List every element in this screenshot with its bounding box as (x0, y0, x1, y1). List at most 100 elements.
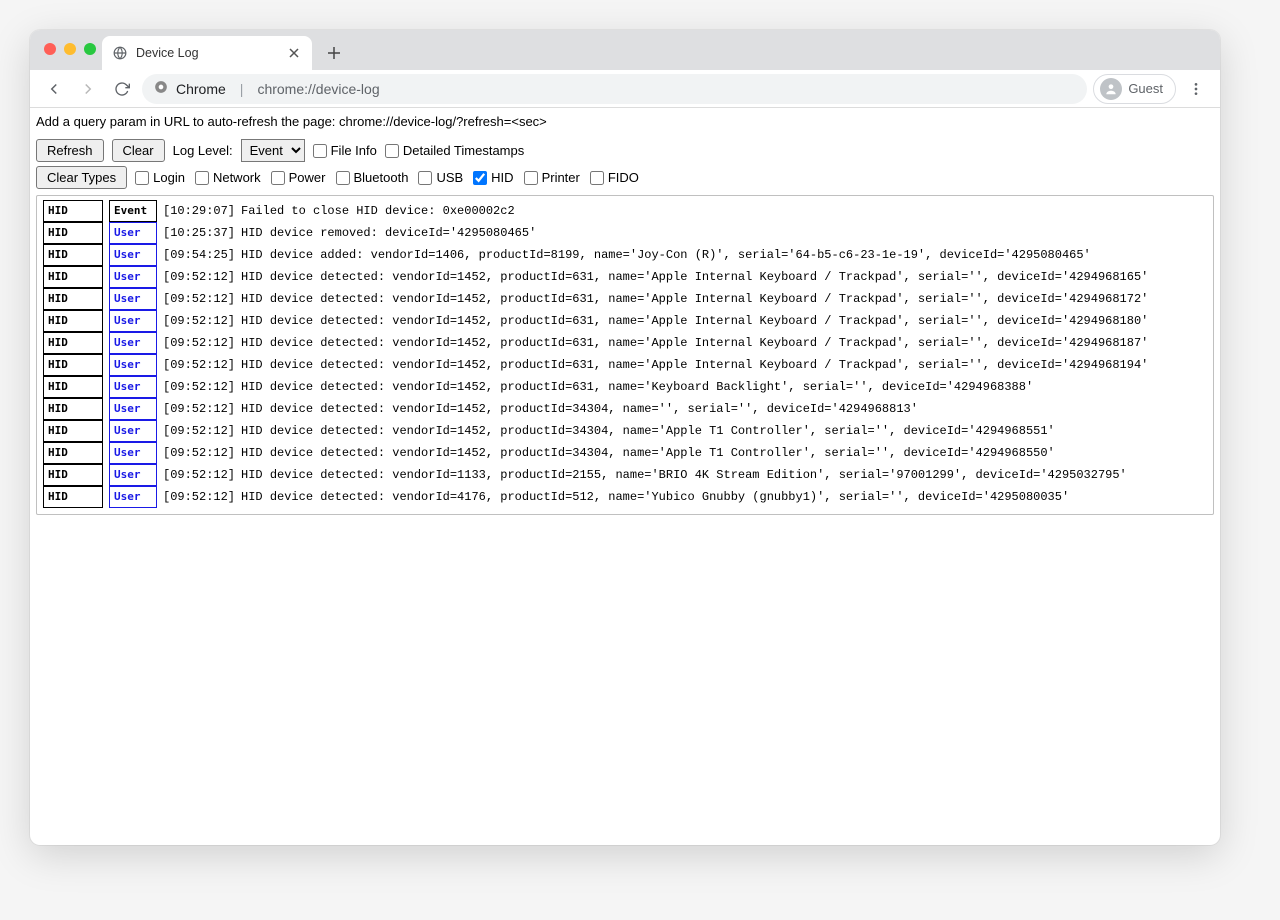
controls-row-2: Clear Types Login Network Power Bluetooth US… (36, 166, 1214, 189)
log-row: HIDUser[09:52:12]HID device detected: ve… (43, 288, 1207, 310)
browser-tab[interactable]: Device Log (102, 36, 312, 70)
log-timestamp: [09:52:12] (163, 465, 235, 485)
log-level-badge: Event (109, 200, 157, 222)
log-row: HIDUser[09:52:12]HID device detected: ve… (43, 354, 1207, 376)
type-filter-checkbox[interactable] (590, 171, 604, 185)
browser-window: Device Log Chrome | chrome://device-log (30, 30, 1220, 845)
type-filter-network[interactable]: Network (195, 170, 261, 185)
log-level-badge: User (109, 244, 157, 266)
log-type-badge: HID (43, 244, 103, 266)
type-filter-checkbox[interactable] (135, 171, 149, 185)
log-row: HIDUser[09:54:25]HID device added: vendo… (43, 244, 1207, 266)
log-row: HIDUser[09:52:12]HID device detected: ve… (43, 266, 1207, 288)
type-filter-label: Power (289, 170, 326, 185)
type-filter-hid[interactable]: HID (473, 170, 513, 185)
log-level-badge: User (109, 222, 157, 244)
log-timestamp: [09:52:12] (163, 355, 235, 375)
file-info-toggle[interactable]: File Info (313, 143, 377, 158)
browser-toolbar: Chrome | chrome://device-log Guest (30, 70, 1220, 108)
log-row: HIDUser[09:52:12]HID device detected: ve… (43, 332, 1207, 354)
log-level-badge: User (109, 442, 157, 464)
tab-close-button[interactable] (286, 45, 302, 61)
type-filters: Login Network Power Bluetooth USB HID Printer F… (135, 170, 639, 185)
type-filter-printer[interactable]: Printer (524, 170, 580, 185)
log-level-select[interactable]: Event (241, 139, 305, 162)
log-message: HID device detected: vendorId=1452, prod… (241, 377, 1033, 397)
detailed-ts-checkbox[interactable] (385, 144, 399, 158)
log-level-badge: User (109, 310, 157, 332)
type-filter-checkbox[interactable] (195, 171, 209, 185)
log-timestamp: [10:25:37] (163, 223, 235, 243)
log-timestamp: [09:52:12] (163, 289, 235, 309)
type-filter-login[interactable]: Login (135, 170, 185, 185)
type-filter-checkbox[interactable] (418, 171, 432, 185)
type-filter-label: FIDO (608, 170, 639, 185)
window-controls (44, 43, 96, 55)
clear-button[interactable]: Clear (112, 139, 165, 162)
log-type-badge: HID (43, 200, 103, 222)
refresh-button[interactable]: Refresh (36, 139, 104, 162)
title-bar: Device Log (30, 30, 1220, 70)
type-filter-checkbox[interactable] (524, 171, 538, 185)
type-filter-label: Network (213, 170, 261, 185)
log-type-badge: HID (43, 464, 103, 486)
log-type-badge: HID (43, 376, 103, 398)
log-message: HID device detected: vendorId=1452, prod… (241, 333, 1148, 353)
log-row: HIDUser[09:52:12]HID device detected: ve… (43, 442, 1207, 464)
file-info-label: File Info (331, 143, 377, 158)
reload-button[interactable] (108, 75, 136, 103)
browser-menu-button[interactable] (1182, 75, 1210, 103)
type-filter-bluetooth[interactable]: Bluetooth (336, 170, 409, 185)
back-button[interactable] (40, 75, 68, 103)
type-filter-fido[interactable]: FIDO (590, 170, 639, 185)
log-type-badge: HID (43, 288, 103, 310)
log-type-badge: HID (43, 354, 103, 376)
chrome-icon (154, 80, 168, 97)
log-row: HIDUser[09:52:12]HID device detected: ve… (43, 486, 1207, 508)
log-timestamp: [09:52:12] (163, 267, 235, 287)
type-filter-checkbox[interactable] (271, 171, 285, 185)
type-filter-checkbox[interactable] (473, 171, 487, 185)
new-tab-button[interactable] (320, 39, 348, 67)
window-zoom-button[interactable] (84, 43, 96, 55)
log-level-badge: User (109, 464, 157, 486)
log-message: HID device detected: vendorId=1452, prod… (241, 421, 1055, 441)
type-filter-usb[interactable]: USB (418, 170, 463, 185)
log-level-badge: User (109, 266, 157, 288)
log-row: HIDUser[09:52:12]HID device detected: ve… (43, 464, 1207, 486)
address-bar[interactable]: Chrome | chrome://device-log (142, 74, 1087, 104)
clear-types-button[interactable]: Clear Types (36, 166, 127, 189)
log-message: HID device added: vendorId=1406, product… (241, 245, 1091, 265)
log-type-badge: HID (43, 310, 103, 332)
log-type-badge: HID (43, 442, 103, 464)
url-path: chrome://device-log (257, 81, 379, 97)
log-message: HID device detected: vendorId=1452, prod… (241, 311, 1148, 331)
type-filter-power[interactable]: Power (271, 170, 326, 185)
log-message: HID device detected: vendorId=1452, prod… (241, 443, 1055, 463)
type-filter-label: HID (491, 170, 513, 185)
log-timestamp: [09:52:12] (163, 377, 235, 397)
window-minimize-button[interactable] (64, 43, 76, 55)
log-level-badge: User (109, 420, 157, 442)
type-filter-checkbox[interactable] (336, 171, 350, 185)
page-content: Add a query param in URL to auto-refresh… (30, 108, 1220, 845)
profile-chip[interactable]: Guest (1093, 74, 1176, 104)
log-row: HIDUser[09:52:12]HID device detected: ve… (43, 310, 1207, 332)
detailed-ts-toggle[interactable]: Detailed Timestamps (385, 143, 524, 158)
person-icon (1100, 78, 1122, 100)
file-info-checkbox[interactable] (313, 144, 327, 158)
log-timestamp: [09:52:12] (163, 399, 235, 419)
log-timestamp: [09:52:12] (163, 487, 235, 507)
log-level-label: Log Level: (173, 143, 233, 158)
type-filter-label: Login (153, 170, 185, 185)
log-message: HID device removed: deviceId='4295080465… (241, 223, 536, 243)
log-message: HID device detected: vendorId=1452, prod… (241, 267, 1148, 287)
tab-title: Device Log (136, 46, 199, 60)
detailed-ts-label: Detailed Timestamps (403, 143, 524, 158)
window-close-button[interactable] (44, 43, 56, 55)
refresh-hint: Add a query param in URL to auto-refresh… (36, 112, 1214, 135)
log-level-badge: User (109, 288, 157, 310)
forward-button[interactable] (74, 75, 102, 103)
log-row: HIDUser[09:52:12]HID device detected: ve… (43, 420, 1207, 442)
log-level-badge: User (109, 398, 157, 420)
